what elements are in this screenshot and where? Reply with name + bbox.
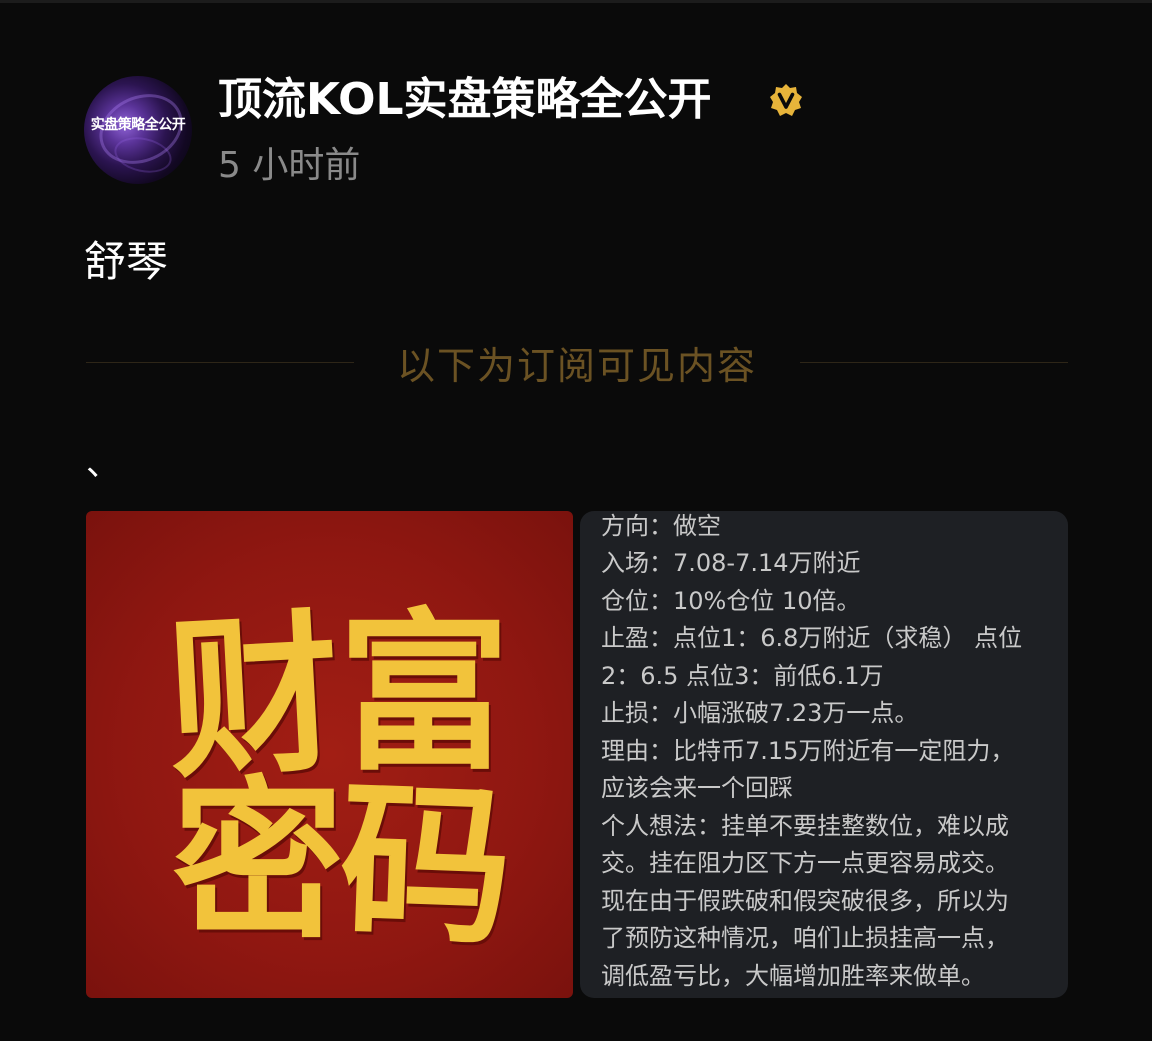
avatar-label: 实盘策略全公开 xyxy=(90,117,186,133)
note-line: 个人想法：挂单不要挂整数位，难以成 xyxy=(601,812,1009,840)
divider-line-right xyxy=(800,362,1068,363)
divider-line-left xyxy=(86,362,354,363)
author-name[interactable]: 顶流KOL实盘策略全公开 xyxy=(218,70,712,130)
top-edge-divider xyxy=(0,0,1152,3)
note-line: 止损：小幅涨破7.23万一点。 xyxy=(601,699,919,727)
subscriber-only-divider: 以下为订阅可见内容 xyxy=(396,344,757,388)
post-title: 舒琴 xyxy=(84,237,169,286)
poster-character: 码 xyxy=(336,760,516,969)
verified-badge-icon xyxy=(769,83,803,117)
note-line: 理由：比特币7.15万附近有一定阻力， xyxy=(601,737,1015,765)
poster-character: 密 xyxy=(172,759,344,962)
wealth-code-poster-image[interactable]: 财 富 密 码 xyxy=(86,511,573,998)
author-avatar[interactable]: 实盘策略全公开 xyxy=(84,76,192,184)
trading-note-image[interactable]: 方向：做空 入场：7.08-7.14万附近 仓位：10%仓位 10倍。 止盈：点… xyxy=(580,511,1068,998)
poster-character: 富 xyxy=(338,591,510,794)
note-line: 交。挂在阻力区下方一点更容易成交。 xyxy=(601,849,1009,877)
note-line: 止盈：点位1：6.8万附近（求稳） 点位 xyxy=(601,624,1023,652)
note-line: 仓位：10%仓位 10倍。 xyxy=(601,587,861,615)
note-line: 入场：7.08-7.14万附近 xyxy=(601,549,861,577)
note-line: 方向：做空 xyxy=(601,512,721,540)
note-line: 现在由于假跌破和假突破很多，所以为 xyxy=(601,887,1009,915)
note-line: 应该会来一个回踩 xyxy=(601,774,793,802)
note-line: 了预防这种情况，咱们止损挂高一点， xyxy=(601,924,1009,952)
post-page: 实盘策略全公开 顶流KOL实盘策略全公开 5 小时前 舒琴 以下为订阅可见内容 … xyxy=(0,0,1152,1041)
content-text: 、 xyxy=(86,444,120,484)
note-line: 2：6.5 点位3：前低6.1万 xyxy=(601,662,884,690)
note-line: 调低盈亏比，大幅增加胜率来做单。 xyxy=(601,962,985,990)
post-timestamp: 5 小时前 xyxy=(218,145,361,186)
